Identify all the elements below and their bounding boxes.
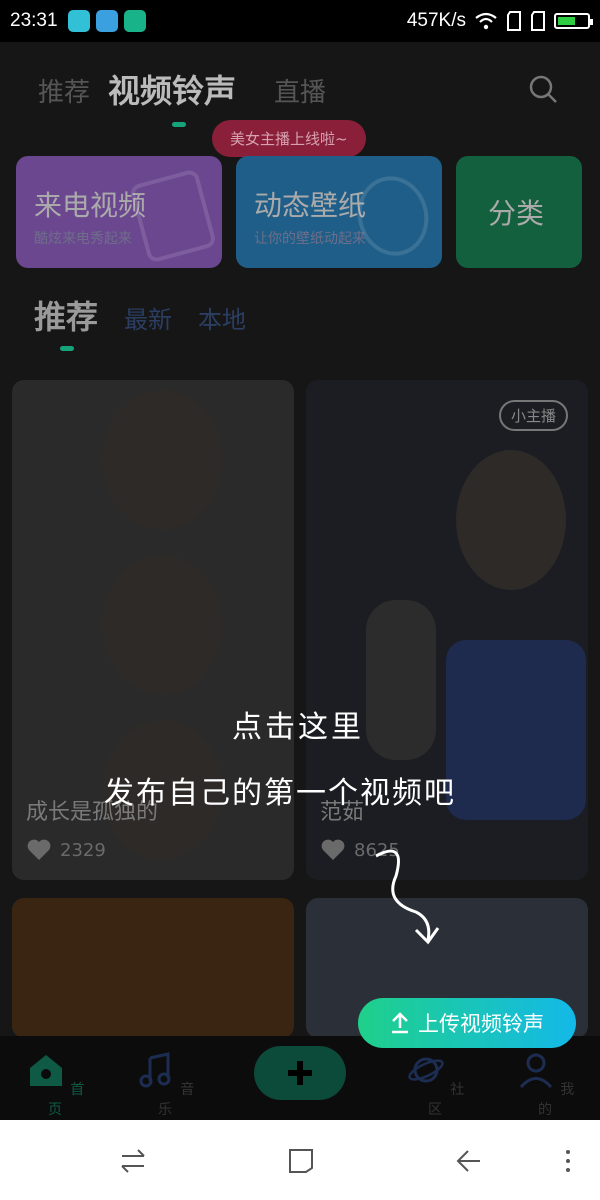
menu-dots-icon[interactable] <box>556 1146 586 1176</box>
guide-text-line1: 点击这里 <box>232 710 364 745</box>
upload-arrow-icon <box>392 1012 408 1034</box>
network-speed: 457K/s <box>406 10 466 31</box>
back-arrow-icon[interactable] <box>454 1146 484 1176</box>
system-nav-bar <box>0 1120 600 1200</box>
wifi-icon <box>475 12 497 30</box>
notification-app-icon <box>67 10 90 32</box>
sim-icon <box>531 11 545 31</box>
battery-icon <box>554 13 593 29</box>
notification-app-icon <box>95 10 118 32</box>
upload-video-ringtone-button[interactable]: 上传视频铃声 <box>358 998 576 1048</box>
switch-apps-icon[interactable] <box>118 1146 148 1176</box>
notification-app-icon <box>123 10 146 32</box>
battery-fill <box>558 17 575 25</box>
status-bar: 23:31 457K/s <box>0 0 600 42</box>
sim-icon <box>507 11 521 31</box>
guide-overlay[interactable]: 点击这里 发布自己的第一个视频吧 上传视频铃声 <box>0 42 600 1120</box>
upload-button-label: 上传视频铃声 <box>418 1012 544 1036</box>
guide-text-line2: 发布自己的第一个视频吧 <box>104 776 456 811</box>
home-square-icon[interactable] <box>286 1146 316 1176</box>
curved-arrow-icon <box>375 849 440 945</box>
status-time: 23:31 <box>10 10 58 31</box>
